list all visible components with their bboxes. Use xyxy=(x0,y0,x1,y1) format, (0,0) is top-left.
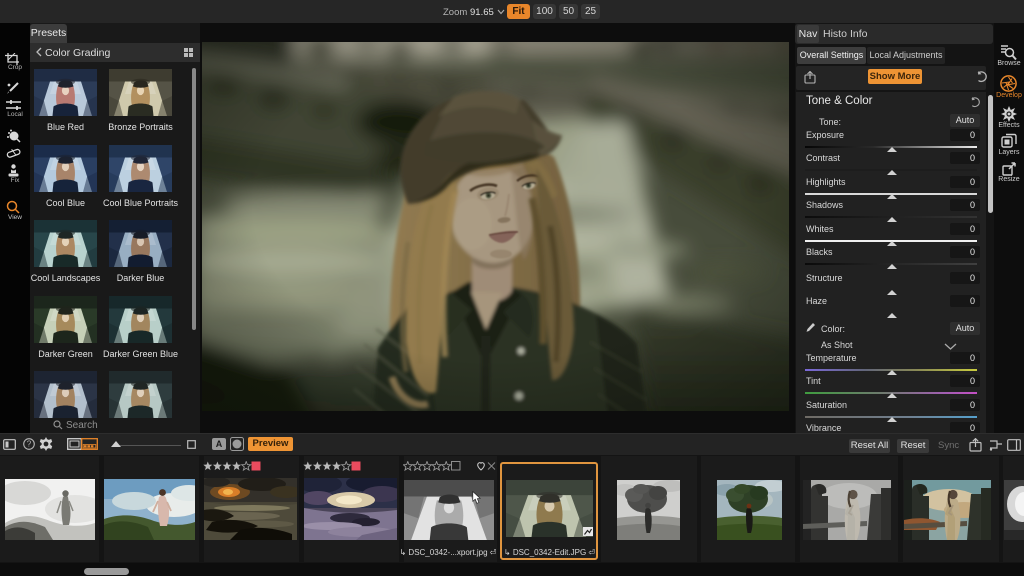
svg-text:?: ? xyxy=(27,440,32,449)
